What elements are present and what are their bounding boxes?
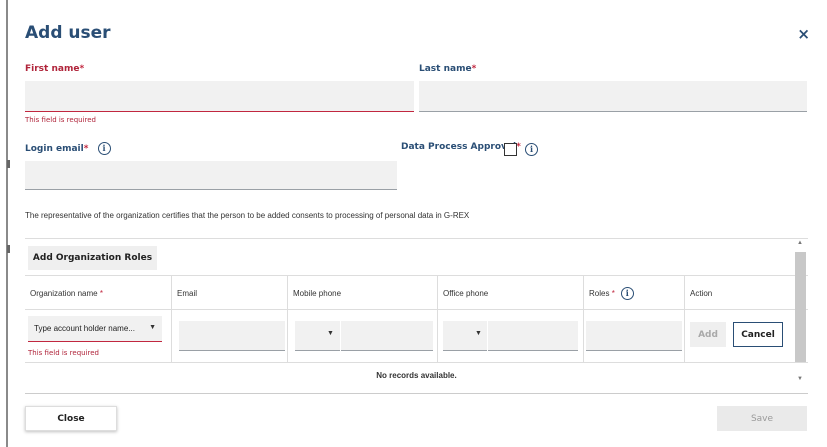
data-process-label-text: Data Process Approval [401,142,517,152]
close-button[interactable]: Close [25,406,117,431]
mobile-prefix-select[interactable]: ▼ [295,321,340,351]
dialog-title: Add user [25,23,111,43]
data-process-label: Data Process Approval* [401,142,521,152]
background-edge [0,0,11,447]
add-user-dialog: Add user × First name* This field is req… [10,0,827,447]
first-name-label-text: First name [25,64,80,74]
office-cell: ▼ [438,310,584,363]
column-header-org-name-text: Organization name [30,288,98,298]
roles-input[interactable] [586,321,682,351]
org-name-placeholder: Type account holder name... [34,324,135,333]
organization-roles-grid: Add Organization Roles Organization name… [25,238,808,394]
login-email-label: Login email* i [25,142,111,155]
last-name-label: Last name* [419,64,476,74]
column-header-mobile: Mobile phone [288,276,438,310]
data-process-checkbox[interactable] [504,143,517,156]
column-header-action: Action [690,288,713,298]
add-button[interactable]: Add [690,322,726,347]
email-input[interactable] [179,321,285,351]
consent-notice: The representative of the organization c… [25,211,470,220]
last-name-input[interactable] [419,81,807,112]
column-header-roles: Roles * i [584,276,685,310]
email-cell [172,310,288,363]
roles-cell [584,310,685,363]
info-icon[interactable]: i [525,143,538,156]
required-mark: * [79,64,85,74]
org-name-error: This field is required [28,349,100,357]
table-row: Type account holder name... ▼ This field… [25,310,808,363]
column-header-office: Office phone [438,276,584,310]
login-email-label-text: Login email [25,144,84,154]
chevron-down-icon[interactable]: ▼ [327,330,334,337]
info-icon[interactable]: i [97,142,111,155]
chevron-down-icon[interactable]: ▼ [149,324,156,331]
required-mark: * [611,288,615,298]
cancel-button[interactable]: Cancel [733,322,783,347]
first-name-error: This field is required [25,116,97,124]
first-name-label: First name* [25,64,84,74]
add-organization-roles-button[interactable]: Add Organization Roles [28,246,157,270]
empty-state-text: No records available. [376,371,457,380]
office-number-input[interactable] [488,321,578,351]
required-mark: * [471,64,477,74]
grid-header: Organization name * Email Mobile phone O… [25,276,808,310]
scroll-up-icon[interactable]: ▲ [797,240,803,246]
close-icon[interactable]: × [797,25,810,43]
column-header-roles-text: Roles [589,288,610,298]
scrollbar-thumb[interactable] [795,252,806,362]
required-mark: * [83,144,89,154]
required-mark: * [99,288,103,298]
org-name-cell: Type account holder name... ▼ This field… [25,310,172,363]
org-name-combobox[interactable]: Type account holder name... ▼ [28,316,162,342]
last-name-label-text: Last name [419,64,472,74]
column-header-org-name: Organization name * [25,276,172,310]
action-cell: Add Cancel [685,310,808,363]
login-email-input[interactable] [25,161,397,190]
office-prefix-select[interactable]: ▼ [443,321,487,351]
mobile-number-input[interactable] [341,321,433,351]
chevron-down-icon[interactable]: ▼ [475,330,482,337]
mobile-cell: ▼ [288,310,438,363]
column-header-email: Email [172,276,288,310]
info-icon[interactable]: i [620,286,634,300]
grid-scrollbar[interactable]: ▲ ▼ [795,240,806,386]
save-button[interactable]: Save [717,406,807,431]
grid-toolbar: Add Organization Roles [25,239,808,276]
first-name-input[interactable] [25,81,414,112]
scroll-down-icon[interactable]: ▼ [797,376,803,382]
